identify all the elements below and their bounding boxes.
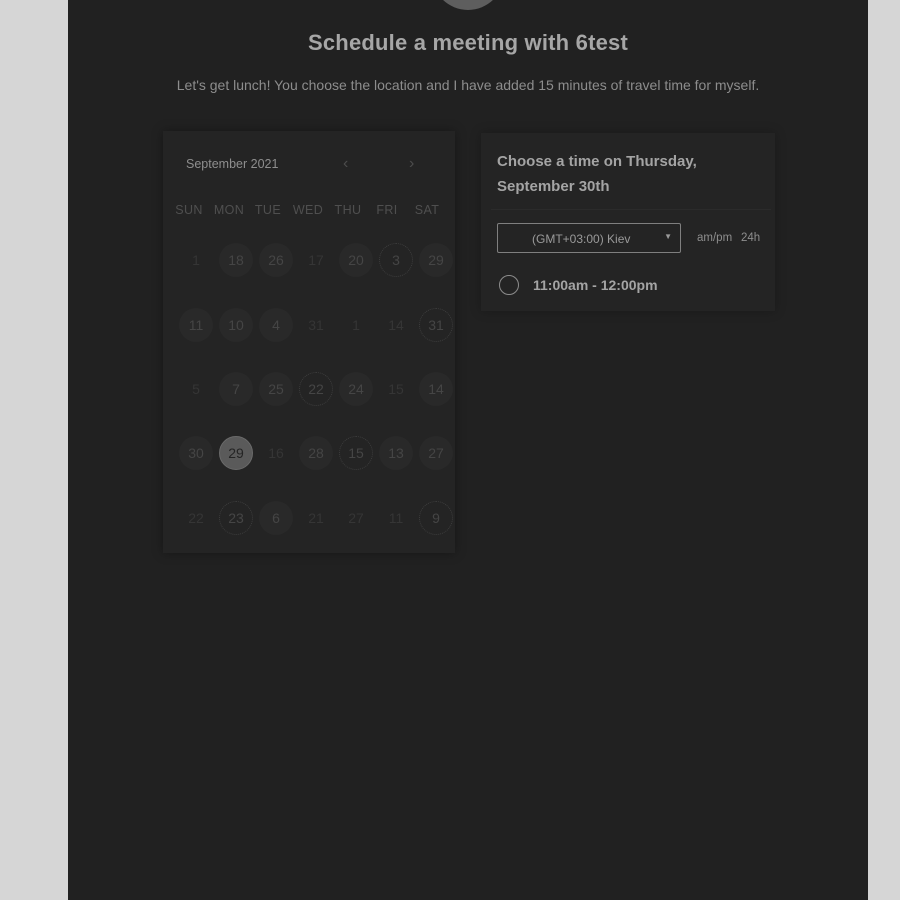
- calendar-day[interactable]: 31: [299, 308, 333, 342]
- weekday-mon: MON: [213, 203, 245, 217]
- calendar-day[interactable]: 22: [179, 501, 213, 535]
- calendar-day[interactable]: 18: [219, 243, 253, 277]
- calendar-day[interactable]: 5: [179, 372, 213, 406]
- calendar-month-label: September 2021: [186, 157, 279, 171]
- calendar-day[interactable]: 11: [179, 308, 213, 342]
- calendar-day[interactable]: 27: [339, 501, 373, 535]
- timezone-value: (GMT+03:00) Kiev: [532, 232, 631, 246]
- calendar-day[interactable]: 15: [379, 372, 413, 406]
- calendar-day[interactable]: 21: [299, 501, 333, 535]
- calendar-day[interactable]: 27: [419, 436, 453, 470]
- format-ampm-toggle[interactable]: am/pm: [697, 232, 732, 244]
- calendar-day[interactable]: 15: [339, 436, 373, 470]
- calendar-day[interactable]: 28: [299, 436, 333, 470]
- chevron-left-icon[interactable]: ‹: [343, 156, 348, 172]
- weekday-thu: THU: [334, 203, 362, 217]
- calendar-day[interactable]: 16: [259, 436, 293, 470]
- time-slot[interactable]: 11:00am - 12:00pm: [499, 274, 769, 298]
- calendar-day[interactable]: 20: [339, 243, 373, 277]
- page-title: Schedule a meeting with 6test: [308, 30, 628, 55]
- time-picker-card: Choose a time on Thursday, September 30t…: [481, 133, 775, 311]
- calendar-day[interactable]: 25: [259, 372, 293, 406]
- calendar-day[interactable]: 24: [339, 372, 373, 406]
- weekday-fri: FRI: [376, 203, 398, 217]
- format-24h-toggle[interactable]: 24h: [741, 232, 760, 244]
- time-picker-heading: Choose a time on Thursday, September 30t…: [497, 153, 697, 195]
- calendar-day[interactable]: 7: [219, 372, 253, 406]
- calendar-day[interactable]: 29: [419, 243, 453, 277]
- calendar-day[interactable]: 9: [419, 501, 453, 535]
- calendar-day[interactable]: 10: [219, 308, 253, 342]
- calendar-day[interactable]: 31: [419, 308, 453, 342]
- calendar-day[interactable]: 1: [339, 308, 373, 342]
- calendar-day[interactable]: 13: [379, 436, 413, 470]
- weekday-tue: TUE: [254, 203, 282, 217]
- radio-button[interactable]: [499, 275, 519, 295]
- calendar-day[interactable]: 17: [299, 243, 333, 277]
- calendar-day[interactable]: 14: [419, 372, 453, 406]
- calendar-day[interactable]: 1: [179, 243, 213, 277]
- chevron-right-icon[interactable]: ›: [409, 156, 414, 172]
- calendar: September 2021 ‹ › SUN MON TUE WED THU F…: [163, 131, 455, 553]
- divider: [491, 209, 771, 210]
- calendar-day[interactable]: 3: [379, 243, 413, 277]
- calendar-day[interactable]: 22: [299, 372, 333, 406]
- page-subtitle: Let's get lunch! You choose the location…: [176, 77, 760, 93]
- weekday-wed: WED: [292, 203, 324, 217]
- calendar-day[interactable]: 14: [379, 308, 413, 342]
- time-slot-label: 11:00am - 12:00pm: [533, 277, 658, 293]
- calendar-day[interactable]: 6: [259, 501, 293, 535]
- calendar-day[interactable]: 26: [259, 243, 293, 277]
- weekday-sun: SUN: [175, 203, 203, 217]
- caret-down-icon: ▼: [664, 232, 672, 241]
- calendar-day[interactable]: 4: [259, 308, 293, 342]
- calendar-day[interactable]: 11: [379, 501, 413, 535]
- calendar-day-selected[interactable]: 29: [219, 436, 253, 470]
- weekday-sat: SAT: [414, 203, 440, 217]
- calendar-day[interactable]: 23: [219, 501, 253, 535]
- calendar-day[interactable]: 30: [179, 436, 213, 470]
- timezone-select[interactable]: (GMT+03:00) Kiev ▼: [497, 223, 681, 253]
